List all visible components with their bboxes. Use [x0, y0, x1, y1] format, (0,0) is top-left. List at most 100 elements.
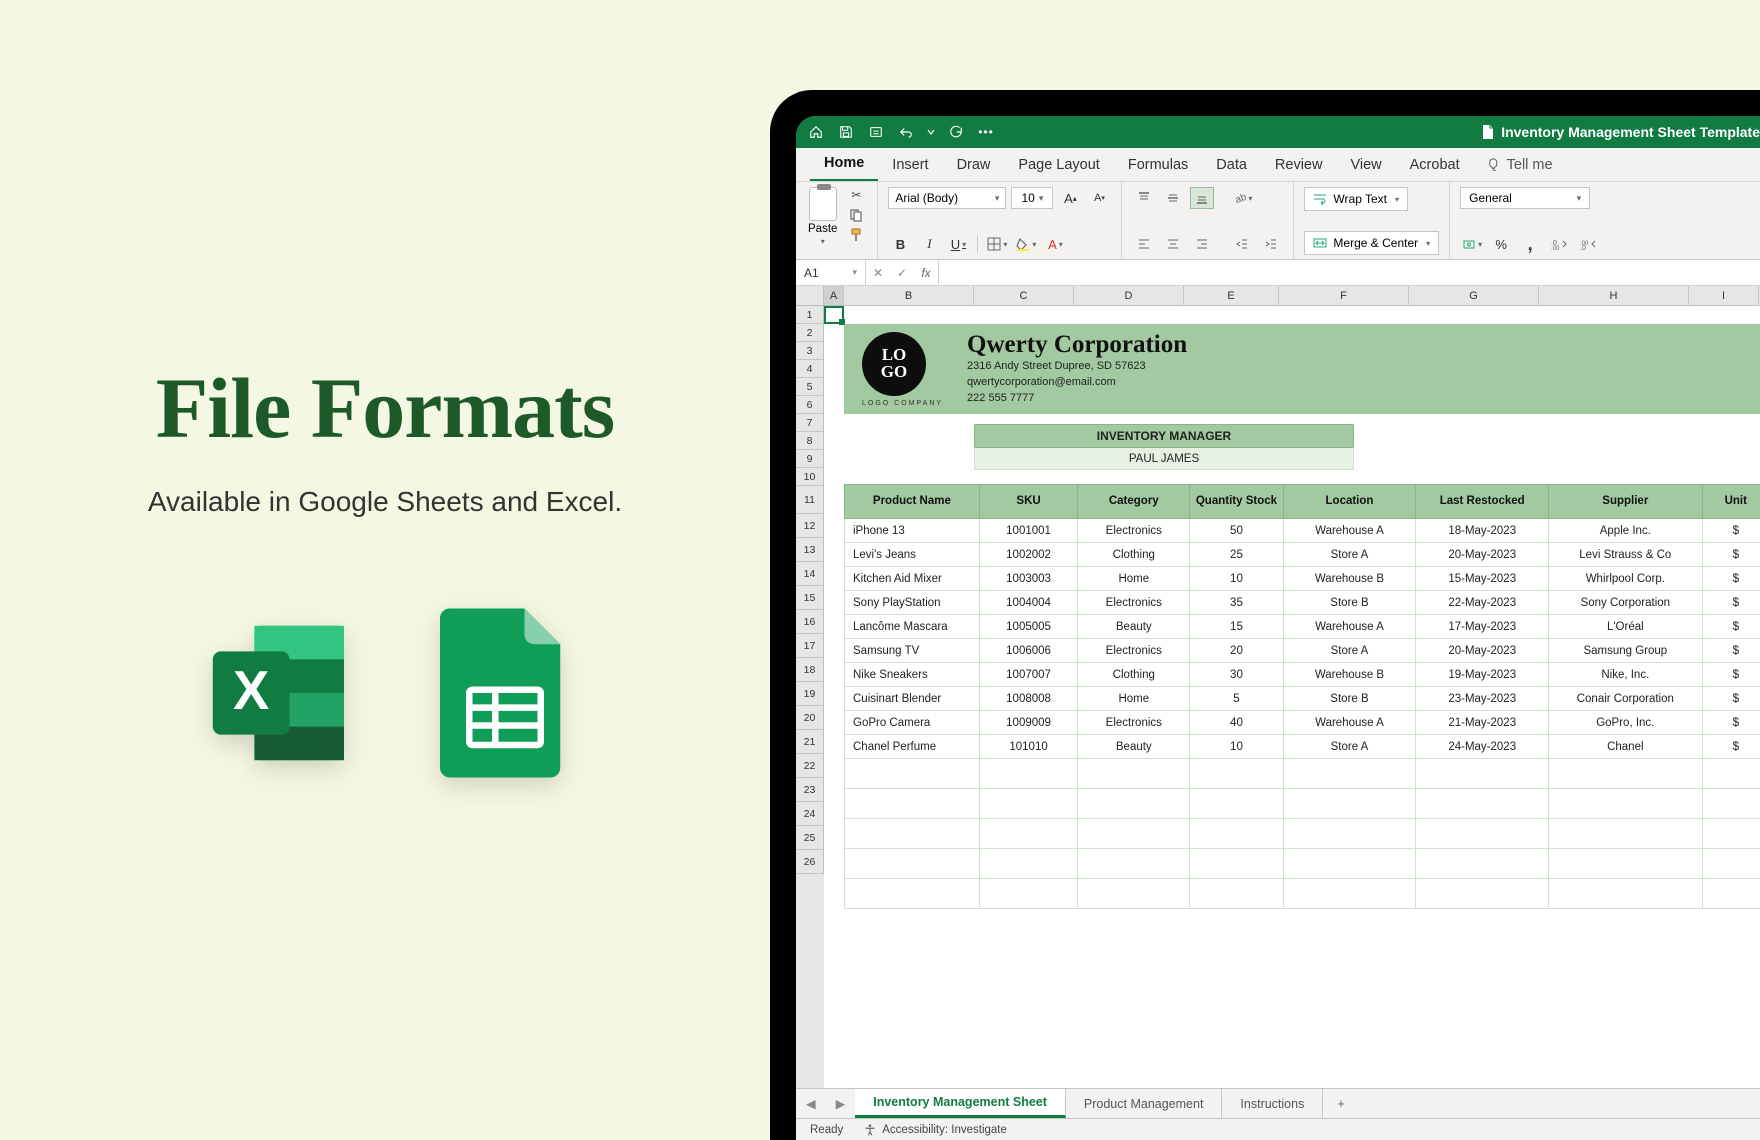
table-cell[interactable]: Store A [1283, 543, 1416, 567]
row-header[interactable]: 12 [796, 514, 824, 538]
name-box[interactable]: A1 [796, 260, 866, 285]
table-cell[interactable] [1190, 819, 1283, 849]
table-cell[interactable] [979, 789, 1078, 819]
table-cell[interactable]: Nike Sneakers [845, 663, 980, 687]
row-header[interactable]: 19 [796, 682, 824, 706]
column-header[interactable]: C [974, 286, 1074, 306]
row-header[interactable]: 21 [796, 730, 824, 754]
column-header[interactable]: F [1279, 286, 1409, 306]
table-cell[interactable] [1283, 849, 1416, 879]
table-cell[interactable] [979, 879, 1078, 909]
enter-formula-icon[interactable]: ✓ [890, 266, 914, 280]
row-header[interactable]: 4 [796, 360, 824, 378]
autosave-icon[interactable] [866, 122, 886, 142]
table-cell[interactable] [1190, 789, 1283, 819]
row-header[interactable]: 14 [796, 562, 824, 586]
select-all-corner[interactable] [796, 286, 824, 306]
table-row[interactable] [845, 789, 1760, 819]
table-cell[interactable]: Sony Corporation [1549, 591, 1702, 615]
bold-button[interactable]: B [888, 233, 912, 255]
table-cell[interactable] [1416, 819, 1549, 849]
table-cell[interactable] [979, 849, 1078, 879]
orientation-icon[interactable]: ab [1230, 187, 1254, 209]
table-cell[interactable]: 1003003 [979, 567, 1078, 591]
table-cell[interactable] [1702, 849, 1760, 879]
table-cell[interactable]: 22-May-2023 [1416, 591, 1549, 615]
undo-icon[interactable] [896, 122, 916, 142]
table-header[interactable]: Last Restocked [1416, 485, 1549, 519]
table-cell[interactable]: $ [1702, 543, 1760, 567]
ribbon-tab-home[interactable]: Home [810, 147, 878, 181]
table-cell[interactable]: 1004004 [979, 591, 1078, 615]
row-header[interactable]: 15 [796, 586, 824, 610]
table-cell[interactable]: $ [1702, 615, 1760, 639]
column-header[interactable]: H [1539, 286, 1689, 306]
table-cell[interactable] [1416, 789, 1549, 819]
table-cell[interactable]: iPhone 13 [845, 519, 980, 543]
format-painter-icon[interactable] [845, 227, 867, 243]
row-header[interactable]: 23 [796, 778, 824, 802]
table-header[interactable]: Category [1078, 485, 1190, 519]
table-cell[interactable]: Chanel [1549, 735, 1702, 759]
table-cell[interactable]: Home [1078, 567, 1190, 591]
wrap-text-button[interactable]: Wrap Text [1304, 187, 1408, 211]
table-row[interactable] [845, 759, 1760, 789]
decrease-decimal-icon[interactable]: .00.0 [1576, 233, 1600, 255]
table-cell[interactable] [1078, 789, 1190, 819]
table-cell[interactable]: Clothing [1078, 663, 1190, 687]
table-header[interactable]: SKU [979, 485, 1078, 519]
sheet-nav-next[interactable]: ▶ [826, 1096, 856, 1111]
sheet-nav-prev[interactable]: ◀ [796, 1096, 826, 1111]
table-cell[interactable]: 35 [1190, 591, 1283, 615]
table-cell[interactable] [1283, 879, 1416, 909]
table-cell[interactable]: Warehouse A [1283, 615, 1416, 639]
table-cell[interactable] [1549, 819, 1702, 849]
table-cell[interactable] [1283, 819, 1416, 849]
table-cell[interactable]: Electronics [1078, 591, 1190, 615]
table-cell[interactable]: 30 [1190, 663, 1283, 687]
cells-area[interactable]: LOGO LOGO COMPANY Qwerty Corporation 231… [824, 306, 1760, 1088]
table-cell[interactable] [1283, 789, 1416, 819]
table-cell[interactable]: Apple Inc. [1549, 519, 1702, 543]
add-sheet-button[interactable]: + [1323, 1097, 1358, 1111]
table-header[interactable]: Product Name [845, 485, 980, 519]
table-cell[interactable] [845, 849, 980, 879]
row-header[interactable]: 17 [796, 634, 824, 658]
table-cell[interactable] [1283, 759, 1416, 789]
table-cell[interactable]: 101010 [979, 735, 1078, 759]
table-cell[interactable]: Clothing [1078, 543, 1190, 567]
table-cell[interactable]: 20-May-2023 [1416, 543, 1549, 567]
sheet-tab[interactable]: Instructions [1222, 1089, 1323, 1118]
ribbon-tab-page-layout[interactable]: Page Layout [1004, 149, 1113, 181]
table-cell[interactable] [1190, 879, 1283, 909]
align-top-icon[interactable] [1132, 187, 1156, 209]
ribbon-tab-draw[interactable]: Draw [943, 149, 1005, 181]
table-row[interactable]: iPhone 131001001Electronics50Warehouse A… [845, 519, 1760, 543]
undo-dropdown-icon[interactable] [926, 122, 936, 142]
align-left-icon[interactable] [1132, 233, 1156, 255]
table-cell[interactable]: 5 [1190, 687, 1283, 711]
table-cell[interactable]: Warehouse B [1283, 567, 1416, 591]
row-header[interactable]: 11 [796, 486, 824, 514]
table-cell[interactable] [1549, 789, 1702, 819]
table-cell[interactable]: Home [1078, 687, 1190, 711]
table-cell[interactable]: Chanel Perfume [845, 735, 980, 759]
paste-button[interactable]: Paste ▾ [806, 187, 839, 246]
column-header[interactable]: A [824, 286, 844, 306]
table-cell[interactable]: 10 [1190, 567, 1283, 591]
align-right-icon[interactable] [1190, 233, 1214, 255]
column-header[interactable]: D [1074, 286, 1184, 306]
ribbon-tab-data[interactable]: Data [1202, 149, 1261, 181]
table-cell[interactable]: Whirlpool Corp. [1549, 567, 1702, 591]
comma-format-icon[interactable]: , [1518, 233, 1542, 255]
borders-icon[interactable] [985, 233, 1009, 255]
row-header[interactable]: 18 [796, 658, 824, 682]
table-row[interactable] [845, 849, 1760, 879]
row-header[interactable]: 6 [796, 396, 824, 414]
table-cell[interactable] [1078, 879, 1190, 909]
decrease-indent-icon[interactable] [1230, 233, 1254, 255]
table-cell[interactable]: 20 [1190, 639, 1283, 663]
increase-font-icon[interactable]: A▴ [1058, 187, 1082, 209]
table-cell[interactable] [979, 759, 1078, 789]
table-cell[interactable]: 15-May-2023 [1416, 567, 1549, 591]
